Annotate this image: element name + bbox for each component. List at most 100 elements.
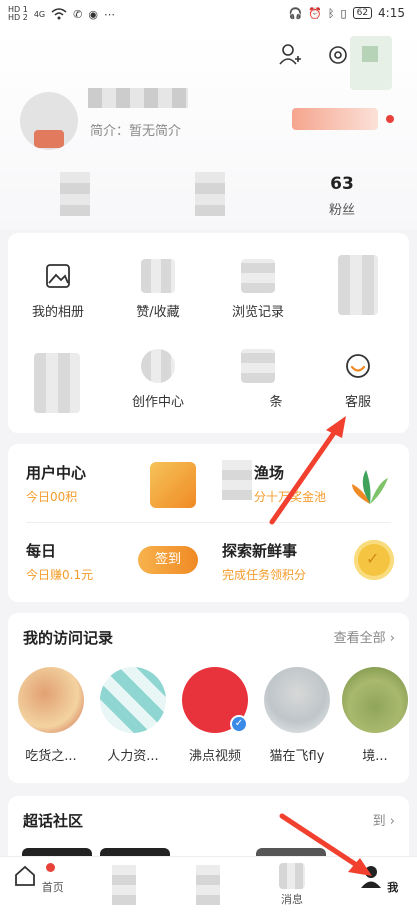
view-all-link[interactable]: 查看全部 › bbox=[334, 627, 395, 646]
service-subtitle: 分十万奖金池 bbox=[254, 490, 327, 504]
visit-label: 境... bbox=[362, 749, 388, 764]
service-subtitle: 今日赚0.1元 bbox=[26, 568, 94, 582]
customer-service-icon bbox=[346, 354, 370, 378]
grid-label: 创作中心 bbox=[131, 395, 184, 410]
service-subtitle: 今日00积 bbox=[26, 490, 78, 504]
chat-app-icon: ◉ bbox=[88, 7, 98, 21]
visit-item[interactable]: 吃货之... bbox=[10, 667, 92, 764]
scan-thumbnail[interactable] bbox=[350, 36, 392, 90]
tab-blurred[interactable] bbox=[112, 865, 136, 905]
blurred-icon bbox=[222, 460, 252, 500]
service-title: 探索新鲜事 bbox=[222, 542, 298, 560]
tab-me[interactable]: 我 bbox=[348, 863, 408, 895]
quick-access-card: 我的相册 赞/收藏 浏览记录 创作中心 条 客服 bbox=[8, 233, 409, 433]
visit-item[interactable]: ✓ 沸点视频 bbox=[174, 667, 256, 764]
grid-item-blurred[interactable] bbox=[338, 255, 378, 315]
more-dots-icon: ⋯ bbox=[103, 7, 115, 21]
grid-label: 赞/收藏 bbox=[136, 305, 180, 320]
visit-avatar bbox=[264, 667, 330, 733]
tab-label: 我 bbox=[387, 881, 399, 894]
tab-messages[interactable]: 消息 bbox=[262, 863, 322, 907]
vibrate-icon: ▯ bbox=[340, 6, 347, 20]
tab-blurred[interactable] bbox=[196, 865, 220, 905]
fans-count[interactable]: 63 bbox=[327, 174, 357, 194]
status-left: HD 1 HD 2 4G ✆ ◉ ⋯ bbox=[8, 6, 115, 22]
grid-label: 我的相册 bbox=[31, 305, 84, 320]
service-user-center[interactable]: 用户中心 今日00积 bbox=[8, 444, 208, 522]
wifi-icon bbox=[51, 8, 67, 20]
profile-icon bbox=[360, 866, 381, 888]
fans-label: 粉丝 bbox=[328, 203, 355, 218]
chevron-right-icon: › bbox=[389, 814, 395, 829]
home-icon bbox=[15, 865, 36, 886]
history-icon bbox=[241, 259, 275, 293]
clock: 4:15 bbox=[378, 6, 405, 20]
vip-badge-blurred[interactable] bbox=[292, 108, 378, 130]
visit-records-card: 我的访问记录 查看全部 › 吃货之... 人力资... ✓ 沸点视频 猫在飞fl… bbox=[8, 613, 409, 783]
visit-label: 吃货之... bbox=[25, 749, 77, 764]
alarm-icon: ⏰ bbox=[308, 6, 322, 20]
status-bar: HD 1 HD 2 4G ✆ ◉ ⋯ 🎧 ⏰ ᛒ ▯ 62 4:15 bbox=[0, 0, 417, 32]
service-title: 每日 bbox=[26, 542, 57, 560]
avatar[interactable] bbox=[20, 92, 78, 150]
topic-more-link[interactable]: 到 › bbox=[373, 810, 395, 829]
sim-indicator: HD 1 HD 2 bbox=[8, 5, 28, 22]
phone-icon: ✆ bbox=[73, 7, 83, 21]
service-title: 用户中心 bbox=[26, 464, 87, 482]
following-count-blurred[interactable] bbox=[195, 172, 225, 216]
view-all-label: 查看全部 bbox=[333, 631, 386, 646]
grid-label: 客服 bbox=[344, 395, 371, 410]
tab-label: 首页 bbox=[41, 881, 64, 894]
nickname-blurred bbox=[88, 88, 188, 108]
photo-album-icon bbox=[46, 264, 70, 288]
add-friend-icon[interactable] bbox=[278, 42, 304, 68]
grid-item-creator[interactable]: 创作中心 bbox=[112, 349, 204, 410]
visit-avatar bbox=[18, 667, 84, 733]
visit-label: 人力资... bbox=[107, 749, 159, 764]
tab-label: 消息 bbox=[281, 893, 303, 906]
visit-avatar bbox=[342, 667, 408, 733]
service-title: 渔场 bbox=[254, 464, 285, 482]
grid-item-album[interactable]: 我的相册 bbox=[12, 259, 104, 320]
like-collect-icon bbox=[141, 259, 175, 293]
message-icon bbox=[279, 863, 305, 889]
grid-item-customer-service[interactable]: 客服 bbox=[312, 349, 404, 410]
follow-count-blurred[interactable] bbox=[60, 172, 90, 216]
topic-community-title: 超话社区 bbox=[23, 812, 84, 830]
grid-item-likes[interactable]: 赞/收藏 bbox=[112, 259, 204, 320]
sign-in-button[interactable]: 签到 bbox=[138, 546, 198, 574]
grid-item-blurred[interactable] bbox=[34, 353, 80, 413]
bottom-tab-bar: 首页 消息 我 bbox=[0, 856, 417, 915]
visit-label: 沸点视频 bbox=[188, 749, 241, 764]
grid-item-history[interactable]: 浏览记录 bbox=[212, 259, 304, 320]
plant-icon bbox=[352, 470, 388, 504]
headphones-icon: 🎧 bbox=[288, 6, 303, 20]
tab-home[interactable]: 首页 bbox=[8, 863, 68, 895]
visit-label: 猫在飞fly bbox=[269, 749, 325, 764]
visit-item[interactable]: 猫在飞fly bbox=[256, 667, 338, 764]
status-right: 🎧 ⏰ ᛒ ▯ 62 4:15 bbox=[289, 6, 405, 20]
services-card: 用户中心 今日00积 渔场 分十万奖金池 每日 今日赚0.1元 签到 探索新鲜事… bbox=[8, 444, 409, 602]
visit-avatar: ✓ bbox=[182, 667, 248, 733]
visit-item[interactable]: 境... bbox=[334, 667, 416, 764]
notification-dot bbox=[46, 863, 55, 872]
profile-header: 简介：暂无简介 63 粉丝 bbox=[0, 32, 417, 230]
profile-bio: 简介：暂无简介 bbox=[90, 124, 182, 139]
visit-item[interactable]: 人力资... bbox=[92, 667, 174, 764]
creator-icon bbox=[141, 349, 175, 383]
chevron-right-icon: › bbox=[389, 631, 395, 646]
grid-label: 条 bbox=[269, 395, 283, 410]
network-label: 4G bbox=[33, 9, 46, 19]
grid-item-blurred-text[interactable]: 条 bbox=[212, 349, 304, 410]
blurred-icon bbox=[241, 349, 275, 383]
settings-icon[interactable] bbox=[325, 42, 351, 68]
topic-more-label: 到 bbox=[372, 814, 386, 829]
grid-label: 浏览记录 bbox=[231, 305, 284, 320]
verified-badge-icon: ✓ bbox=[230, 715, 248, 733]
visit-records-title: 我的访问记录 bbox=[23, 629, 114, 647]
visit-avatar bbox=[100, 667, 166, 733]
bluetooth-icon: ᛒ bbox=[327, 6, 335, 20]
battery-indicator: 62 bbox=[352, 7, 373, 19]
service-fishing[interactable]: 渔场 分十万奖金池 bbox=[208, 444, 408, 522]
notification-dot bbox=[386, 115, 394, 123]
